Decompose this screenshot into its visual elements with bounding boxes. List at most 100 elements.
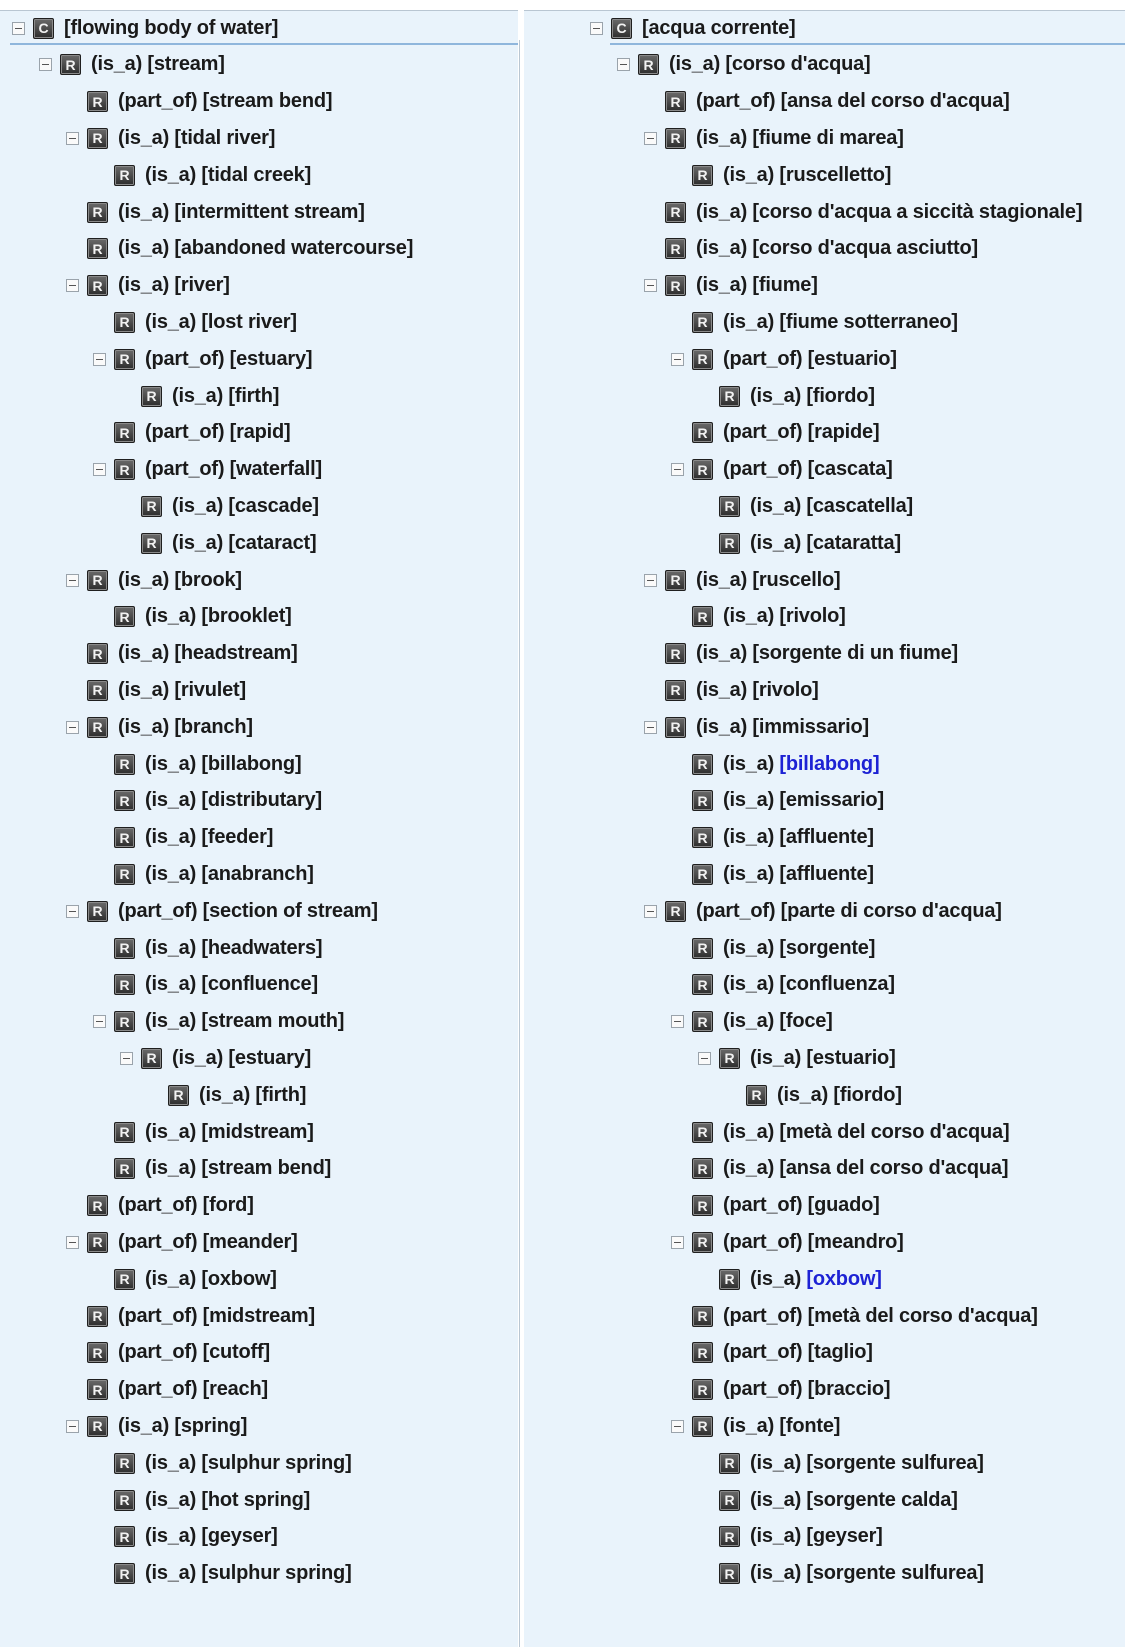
node-label[interactable]: (is_a) [corso d'acqua]: [669, 53, 871, 76]
node-label[interactable]: (is_a) [stream]: [91, 53, 225, 76]
node-label[interactable]: (is_a) [foce]: [723, 1010, 833, 1033]
tree-node[interactable]: R (part_of) [reach]: [87, 1376, 268, 1404]
tree-node[interactable]: R (is_a) [oxbow]: [719, 1265, 882, 1293]
tree-node[interactable]: R (is_a) [ruscello]: [644, 566, 841, 594]
node-label[interactable]: (is_a) [stream bend]: [145, 1157, 331, 1180]
node-label[interactable]: (is_a) [rivulet]: [118, 679, 246, 702]
tree-node[interactable]: R (is_a) [fiume sotterraneo]: [692, 308, 958, 336]
tree-node[interactable]: R (is_a) [branch]: [66, 713, 253, 741]
tree-node[interactable]: R (is_a) [oxbow]: [114, 1265, 277, 1293]
tree-node[interactable]: R (part_of) [cascata]: [671, 456, 893, 484]
tree-node[interactable]: R (is_a) [cataratta]: [719, 529, 901, 557]
tree-node[interactable]: R (is_a) [immissario]: [644, 713, 869, 741]
node-label[interactable]: (part_of) [rapid]: [145, 421, 291, 444]
tree-node[interactable]: R (is_a) [cascade]: [141, 492, 319, 520]
node-label[interactable]: (is_a) [firth]: [199, 1084, 306, 1107]
tree-node[interactable]: R (is_a) [sorgente]: [692, 934, 875, 962]
collapse-toggle-icon[interactable]: [66, 573, 79, 587]
collapse-toggle-icon[interactable]: [644, 720, 657, 734]
tree-node[interactable]: R (part_of) [rapide]: [692, 419, 880, 447]
tree-node[interactable]: R (is_a) [river]: [66, 272, 230, 300]
tree-node[interactable]: R (is_a) [geyser]: [114, 1523, 278, 1551]
root-node[interactable]: C [flowing body of water]: [12, 14, 278, 42]
node-label[interactable]: (is_a) [affluente]: [723, 863, 874, 886]
collapse-toggle-icon[interactable]: [66, 131, 79, 145]
node-label[interactable]: (is_a) [corso d'acqua a siccità stagiona…: [696, 201, 1082, 224]
collapse-toggle-icon[interactable]: [12, 21, 25, 35]
node-label[interactable]: (part_of) [reach]: [118, 1378, 268, 1401]
node-label[interactable]: (is_a) [metà del corso d'acqua]: [723, 1121, 1010, 1144]
node-label[interactable]: (is_a) [ruscello]: [696, 569, 841, 592]
node-label[interactable]: (is_a) [geyser]: [750, 1525, 883, 1548]
tree-node[interactable]: R (is_a) [brooklet]: [114, 603, 292, 631]
node-label[interactable]: (is_a) [tidal river]: [118, 127, 275, 150]
tree-node[interactable]: R (is_a) [confluence]: [114, 971, 318, 999]
node-label[interactable]: (part_of) [meander]: [118, 1231, 298, 1254]
node-label[interactable]: (part_of) [stream bend]: [118, 90, 333, 113]
node-label[interactable]: (is_a) [feeder]: [145, 826, 273, 849]
node-label[interactable]: (is_a) [fiume sotterraneo]: [723, 311, 958, 334]
node-label[interactable]: (is_a) [affluente]: [723, 826, 874, 849]
node-label[interactable]: (part_of) [midstream]: [118, 1305, 315, 1328]
tree-node[interactable]: R (is_a) [brook]: [66, 566, 242, 594]
tree-node[interactable]: R (is_a) [firth]: [168, 1081, 306, 1109]
tree-node[interactable]: R (part_of) [estuary]: [93, 345, 313, 373]
root-node[interactable]: C [acqua corrente]: [590, 14, 796, 42]
collapse-toggle-icon[interactable]: [66, 1419, 79, 1433]
node-label[interactable]: [flowing body of water]: [64, 17, 278, 40]
node-label[interactable]: (is_a) [abandoned watercourse]: [118, 237, 413, 260]
tree-node[interactable]: R (is_a) [tidal river]: [66, 124, 275, 152]
collapse-toggle-icon[interactable]: [66, 1235, 79, 1249]
node-label[interactable]: (part_of) [estuary]: [145, 348, 313, 371]
tree-node[interactable]: R (is_a) [abandoned watercourse]: [87, 235, 413, 263]
node-label[interactable]: (is_a) [oxbow]: [750, 1268, 882, 1291]
node-label[interactable]: (is_a) [cascade]: [172, 495, 319, 518]
tree-node[interactable]: R (is_a) [fiume di marea]: [644, 124, 904, 152]
tree-node[interactable]: R (is_a) [estuario]: [698, 1044, 896, 1072]
tree-node[interactable]: R (is_a) [stream mouth]: [93, 1008, 344, 1036]
node-label[interactable]: (is_a) [sorgente sulfurea]: [750, 1562, 984, 1585]
tree-node[interactable]: R (is_a) [stream]: [39, 51, 225, 79]
node-label[interactable]: (part_of) [guado]: [723, 1194, 880, 1217]
node-label[interactable]: (part_of) [waterfall]: [145, 458, 322, 481]
tree-node[interactable]: R (is_a) [distributary]: [114, 787, 322, 815]
tree-node[interactable]: R (is_a) [affluente]: [692, 824, 874, 852]
collapse-toggle-icon[interactable]: [671, 1235, 684, 1249]
tree-node[interactable]: R (is_a) [rivulet]: [87, 676, 246, 704]
tree-node[interactable]: R (is_a) [corso d'acqua asciutto]: [665, 235, 978, 263]
node-label[interactable]: (is_a) [geyser]: [145, 1525, 278, 1548]
tree-node[interactable]: R (is_a) [sorgente sulfurea]: [719, 1560, 984, 1588]
collapse-toggle-icon[interactable]: [93, 463, 106, 477]
collapse-toggle-icon[interactable]: [39, 58, 52, 72]
node-label[interactable]: (is_a) [ansa del corso d'acqua]: [723, 1157, 1009, 1180]
tree-node[interactable]: R (part_of) [ansa del corso d'acqua]: [665, 88, 1010, 116]
tree-node[interactable]: R (is_a) [sulphur spring]: [114, 1449, 352, 1477]
tree-node[interactable]: R (part_of) [midstream]: [87, 1302, 315, 1330]
tree-node[interactable]: R (is_a) [headstream]: [87, 640, 298, 668]
node-label[interactable]: (is_a) [spring]: [118, 1415, 247, 1438]
tree-node[interactable]: R (is_a) [fiume]: [644, 272, 818, 300]
tree-node[interactable]: R (is_a) [fiordo]: [719, 382, 875, 410]
tree-node[interactable]: R (is_a) [intermittent stream]: [87, 198, 365, 226]
node-label[interactable]: (part_of) [estuario]: [723, 348, 897, 371]
node-label[interactable]: (is_a) [cataratta]: [750, 532, 901, 555]
tree-node[interactable]: R (is_a) [headwaters]: [114, 934, 323, 962]
node-label[interactable]: (is_a) [confluence]: [145, 973, 318, 996]
node-label[interactable]: (is_a) [headstream]: [118, 642, 298, 665]
node-label[interactable]: (is_a) [fiordo]: [750, 385, 875, 408]
collapse-toggle-icon[interactable]: [590, 21, 603, 35]
node-label[interactable]: (is_a) [sorgente di un fiume]: [696, 642, 958, 665]
tree-node[interactable]: R (is_a) [emissario]: [692, 787, 884, 815]
node-label[interactable]: (is_a) [branch]: [118, 716, 253, 739]
collapse-toggle-icon[interactable]: [644, 573, 657, 587]
tree-node[interactable]: R (is_a) [sorgente sulfurea]: [719, 1449, 984, 1477]
node-label[interactable]: (is_a) [river]: [118, 274, 230, 297]
tree-node[interactable]: R (is_a) [sorgente calda]: [719, 1486, 958, 1514]
node-label[interactable]: (is_a) [cascatella]: [750, 495, 913, 518]
tree-node[interactable]: R (is_a) [rivolo]: [692, 603, 846, 631]
tree-node[interactable]: R (part_of) [taglio]: [692, 1339, 873, 1367]
collapse-toggle-icon[interactable]: [644, 131, 657, 145]
node-label[interactable]: (part_of) [cutoff]: [118, 1341, 270, 1364]
node-label[interactable]: (is_a) [sorgente sulfurea]: [750, 1452, 984, 1475]
node-label[interactable]: (is_a) [oxbow]: [145, 1268, 277, 1291]
